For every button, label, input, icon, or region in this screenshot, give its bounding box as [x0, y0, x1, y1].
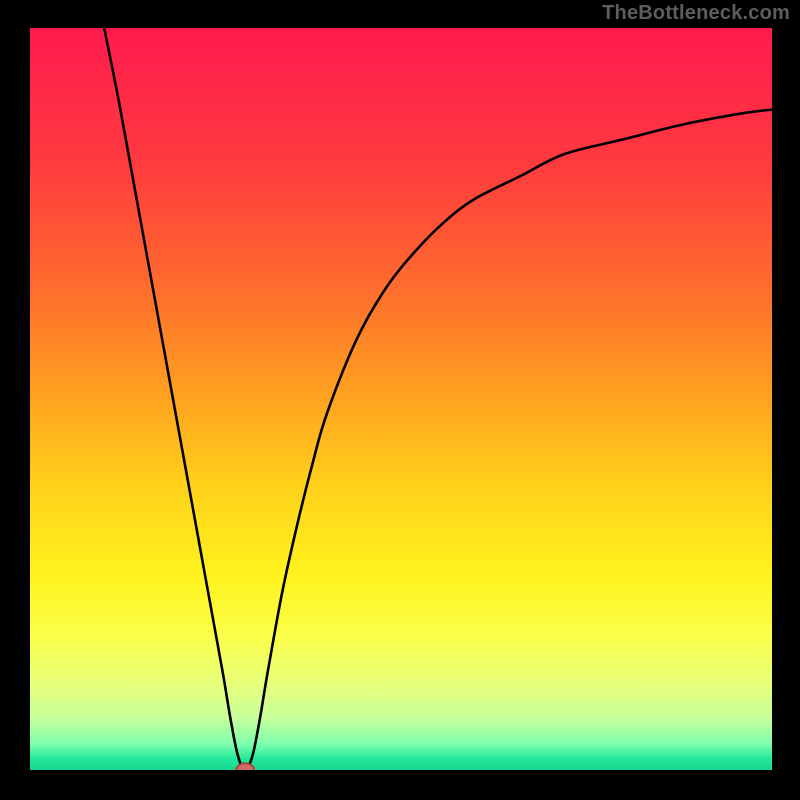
plot-area — [30, 28, 772, 770]
minimum-marker — [236, 763, 254, 770]
gradient-background — [30, 28, 772, 770]
plot-svg — [30, 28, 772, 770]
watermark-text: TheBottleneck.com — [602, 2, 790, 25]
chart-frame: TheBottleneck.com — [0, 0, 800, 800]
